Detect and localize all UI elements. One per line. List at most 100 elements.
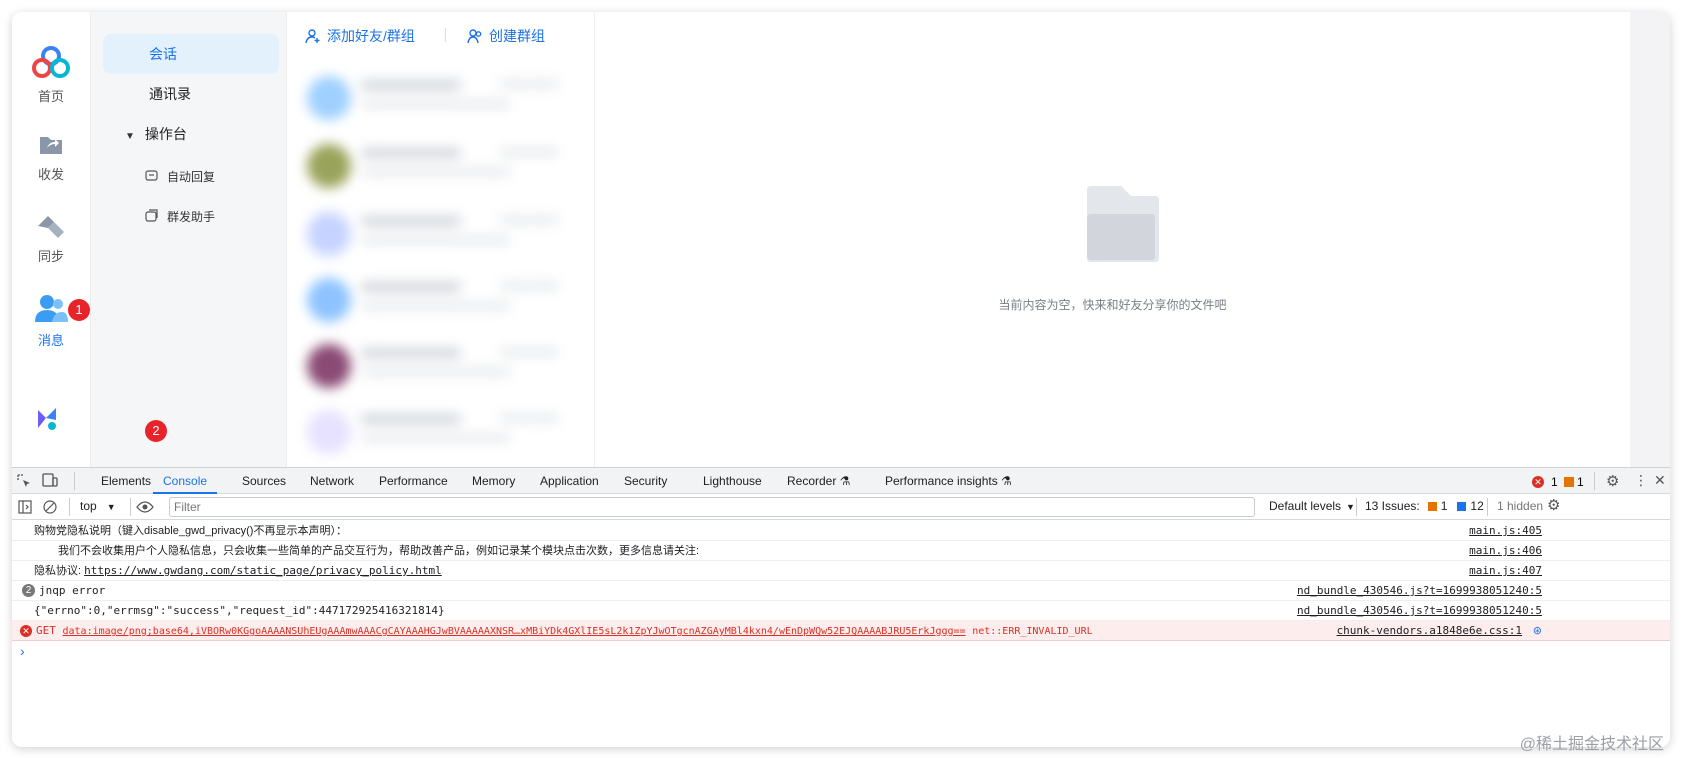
console-message: 隐私协议: https://www.gwdang.com/static_page… <box>12 561 1670 581</box>
auto-reply-icon <box>145 170 158 181</box>
nav-item-console-group[interactable]: ▼ 操作台 <box>103 114 279 154</box>
devtools-tabbar: Elements Console Sources Network Perform… <box>12 468 1670 494</box>
nav-sub-broadcast[interactable]: 群发助手 <box>145 206 215 226</box>
list-item[interactable] <box>299 402 579 460</box>
message-source-link[interactable]: nd_bundle_430546.js?t=1699938051240:5 <box>1297 581 1542 600</box>
tab-memory[interactable]: Memory <box>472 468 515 494</box>
divider <box>1594 472 1595 490</box>
chevron-down-icon: ▼ <box>1346 502 1355 512</box>
rail-item-home[interactable]: 首页 <box>12 46 90 105</box>
nav-item-contacts[interactable]: 通讯录 <box>103 74 279 114</box>
console-message: 购物党隐私说明（键入disable_gwd_privacy()不再显示本声明）：… <box>12 521 1670 541</box>
browser-window: 首页 收发 同步 消息 1 会话 通讯录 ▼ 操作台 自动回复 群发助手 添加好… <box>12 12 1670 747</box>
error-counter[interactable]: ✕ 1 <box>1532 475 1558 489</box>
create-group-button[interactable]: 创建群组 <box>467 26 545 46</box>
console-error-message: ✕ GET data:image/png;base64,iVBORw0KGgoAA… <box>12 621 1670 641</box>
tab-security[interactable]: Security <box>624 468 667 494</box>
settings-gear-icon[interactable]: ⚙ <box>1606 472 1619 490</box>
app-logo-icon[interactable] <box>36 406 60 432</box>
more-options-icon[interactable]: ⋮ <box>1634 472 1648 489</box>
message-source-link[interactable]: main.js:407 <box>1469 561 1542 580</box>
nav-item-sessions[interactable]: 会话 <box>103 34 279 74</box>
issues-info-count: 12 <box>1470 499 1484 513</box>
console-prompt[interactable]: › <box>20 643 25 659</box>
tab-performance-insights[interactable]: Performance insights ⚗ <box>885 468 1012 494</box>
tab-recorder[interactable]: Recorder ⚗ <box>787 468 850 494</box>
tab-network[interactable]: Network <box>310 468 354 494</box>
flask-icon: ⚗ <box>839 474 851 488</box>
devtools-panel: Elements Console Sources Network Perform… <box>12 467 1670 747</box>
inspect-element-icon[interactable] <box>17 474 31 488</box>
message-source-link[interactable]: nd_bundle_430546.js?t=1699938051240:5 <box>1297 601 1542 620</box>
close-icon[interactable]: ✕ <box>1654 472 1666 489</box>
page-scroll-area <box>1630 12 1670 467</box>
console-settings-gear-icon[interactable]: ⚙ <box>1547 496 1560 514</box>
message-text: jnqp error <box>39 584 106 597</box>
privacy-policy-link[interactable]: https://www.gwdang.com/static_page/priva… <box>84 564 442 577</box>
device-toolbar-icon[interactable] <box>42 473 58 488</box>
add-friend-button[interactable]: 添加好友/群组 <box>305 26 415 46</box>
tab-elements[interactable]: Elements <box>101 468 151 494</box>
request-method: GET <box>36 624 56 637</box>
filter-input[interactable]: Filter <box>169 497 1255 517</box>
tab-sources[interactable]: Sources <box>242 468 286 494</box>
message-source-link[interactable]: chunk-vendors.a1848e6e.css:1 <box>1337 621 1522 640</box>
issues-summary[interactable]: 13 Issues: 1 12 <box>1365 499 1484 513</box>
message-prefix: 隐私协议: <box>34 565 85 577</box>
context-select[interactable]: top ▼ <box>80 499 116 515</box>
caret-down-icon: ▼ <box>125 131 135 142</box>
error-icon: ✕ <box>1532 476 1544 488</box>
warning-icon <box>1564 477 1574 487</box>
network-request-icon[interactable]: ⊛ <box>1533 621 1542 640</box>
folder-share-icon <box>40 137 62 154</box>
sidebar-toggle-icon[interactable] <box>18 500 32 514</box>
annotation-marker: 2 <box>145 420 167 442</box>
console-toolbar: top ▼ Filter Default levels ▼ 13 Issues: 1… <box>12 494 1670 520</box>
tab-application[interactable]: Application <box>540 468 599 494</box>
list-item[interactable] <box>299 136 579 194</box>
tab-lighthouse[interactable]: Lighthouse <box>703 468 762 494</box>
sync-icon <box>38 216 64 238</box>
error-icon: ✕ <box>20 625 32 637</box>
divider <box>130 498 131 516</box>
rail-item-sync[interactable]: 同步 <box>12 212 90 265</box>
divider <box>74 472 75 490</box>
flask-icon: ⚗ <box>1001 474 1012 488</box>
conversation-list: 添加好友/群组 创建群组 <box>286 12 595 467</box>
console-message: {"errno":0,"errmsg":"success","request_i… <box>12 601 1670 621</box>
list-item[interactable] <box>299 204 579 262</box>
tab-performance[interactable]: Performance <box>379 468 448 494</box>
tab-console[interactable]: Console <box>153 468 218 494</box>
message-text: 我们不会收集用户个人隐私信息，只会收集一些简单的产品交互行为，帮助改善产品，例如… <box>58 545 700 557</box>
nav-label: 操作台 <box>144 126 187 142</box>
list-item[interactable] <box>299 270 579 328</box>
add-user-icon <box>305 29 320 44</box>
levels-label: Default levels <box>1269 499 1342 513</box>
message-source-link[interactable]: main.js:405 <box>1469 521 1542 540</box>
warning-count: 1 <box>1577 475 1584 489</box>
request-url-link[interactable]: data:image/png;base64,iVBORw0KGgoAAAANSU… <box>63 626 966 637</box>
cloud-logo-icon <box>32 46 70 78</box>
clear-console-icon[interactable] <box>43 500 57 514</box>
message-text: {"errno":0,"errmsg":"success","request_i… <box>34 604 445 617</box>
eye-icon[interactable] <box>136 501 154 513</box>
toolbar-divider <box>445 28 446 42</box>
nav-sub-auto-reply[interactable]: 自动回复 <box>145 166 215 186</box>
rail-label: 收发 <box>37 167 64 182</box>
warning-counter[interactable]: 1 <box>1564 475 1584 489</box>
message-text: 购物党隐私说明（键入disable_gwd_privacy()不再显示本声明）： <box>34 525 347 537</box>
console-message: 2 jnqp error nd_bundle_430546.js?t=169993… <box>12 581 1670 601</box>
log-levels-select[interactable]: Default levels ▼ <box>1269 499 1355 515</box>
list-item[interactable] <box>299 68 579 126</box>
rail-label: 同步 <box>37 249 64 264</box>
rail-label: 消息 <box>37 333 64 348</box>
broadcast-icon <box>145 209 158 222</box>
watermark: @稀土掘金技术社区 <box>1519 736 1664 753</box>
rail-item-transfer[interactable]: 收发 <box>12 130 90 183</box>
message-count-badge: 1 <box>68 299 90 321</box>
message-source-link[interactable]: main.js:406 <box>1469 541 1542 560</box>
list-item[interactable] <box>299 336 579 394</box>
add-friend-label: 添加好友/群组 <box>327 28 415 44</box>
contacts-icon <box>35 295 68 322</box>
nav-sub-label: 自动回复 <box>167 169 216 184</box>
